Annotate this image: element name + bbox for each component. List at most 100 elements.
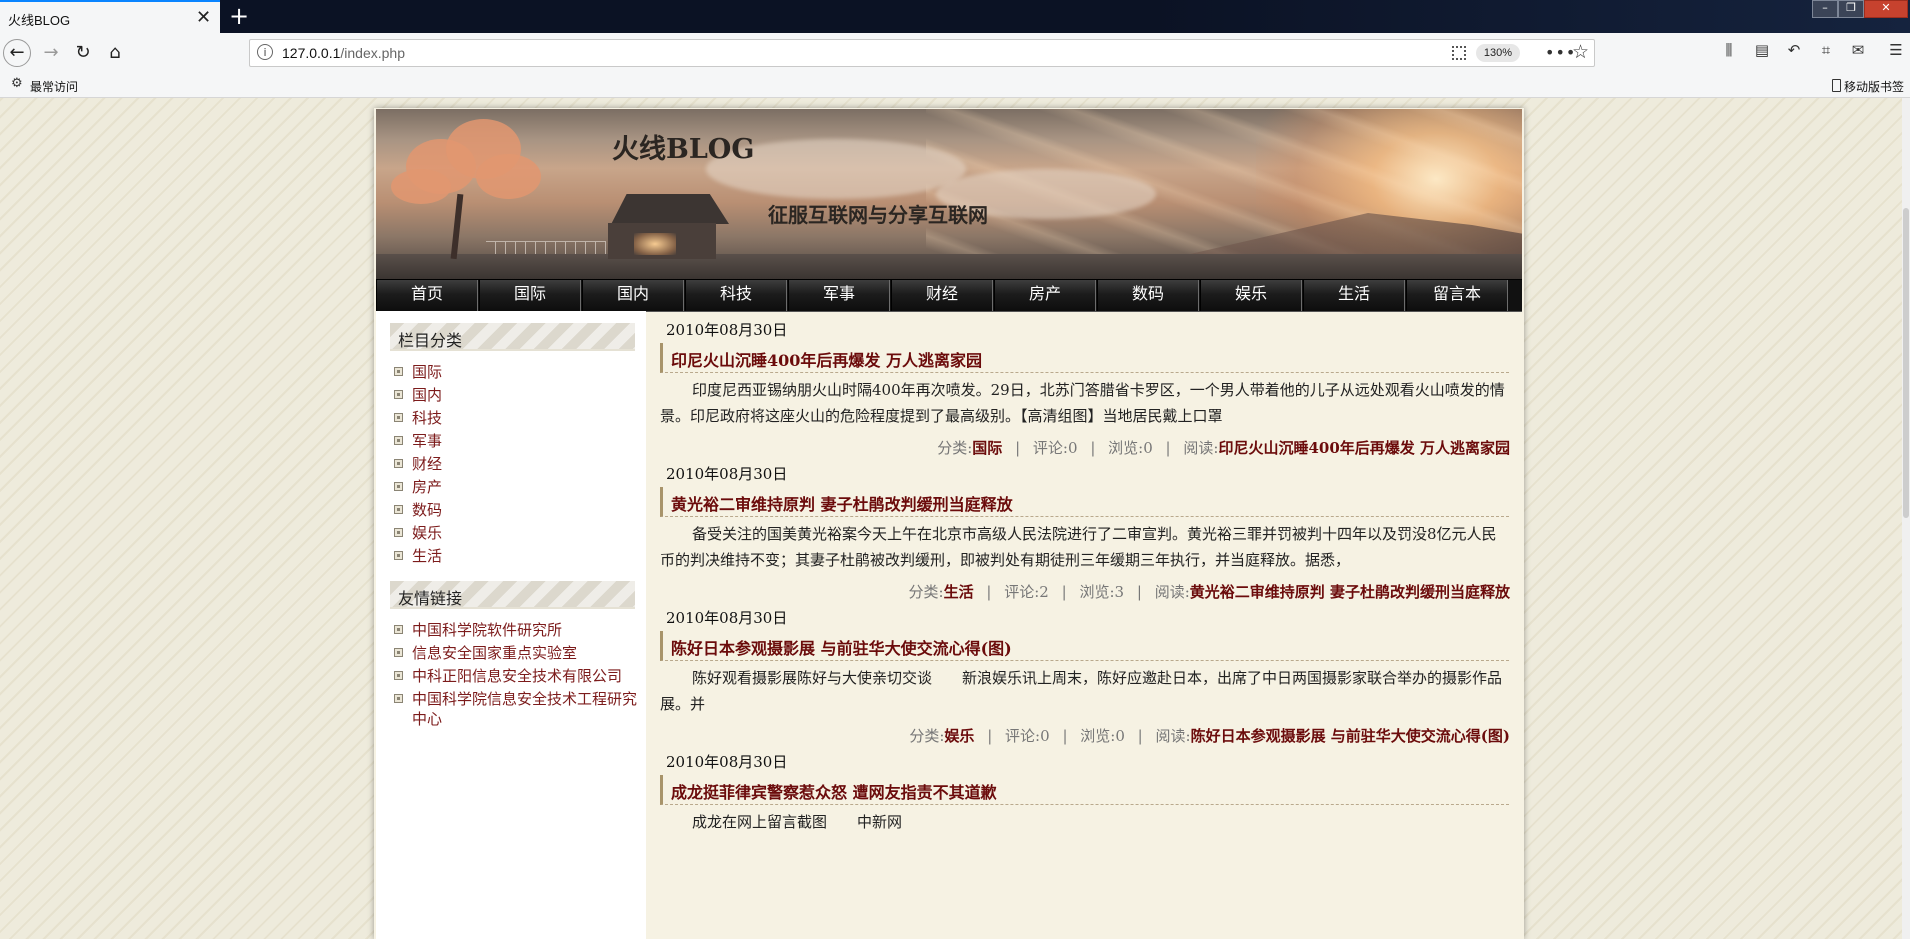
post-meta: 分类:娱乐 | 评论:0 | 浏览:0 | 阅读:陈好日本参观摄影展 与前驻华大… — [909, 725, 1510, 746]
qr-code-icon[interactable] — [1452, 46, 1466, 60]
zoom-level-badge[interactable]: 130% — [1476, 44, 1520, 62]
nav-item-military[interactable]: 军事 — [788, 280, 890, 311]
meta-separator: | — [1061, 583, 1067, 601]
forward-arrow-icon[interactable]: → — [37, 39, 65, 67]
banner-ground — [376, 254, 1522, 279]
meta-separator: | — [1015, 439, 1021, 457]
chat-icon[interactable]: ✉ — [1847, 41, 1869, 59]
tab-close-icon[interactable]: ✕ — [196, 7, 211, 28]
window-close-icon[interactable]: ✕ — [1864, 0, 1908, 18]
bookmark-most-visited[interactable]: 最常访问 — [30, 78, 78, 95]
friend-link-label: 中国科学院软件研究所 — [412, 621, 563, 639]
friend-links-list: 中国科学院软件研究所 信息安全国家重点实验室 中科正阳信息安全技术有限公司 中国… — [392, 620, 638, 732]
category-label: 军事 — [412, 432, 443, 450]
nav-item-domestic[interactable]: 国内 — [582, 280, 684, 311]
mobile-bookmarks[interactable]: 移动版书签 — [1831, 78, 1904, 95]
mobile-icon — [1831, 79, 1841, 92]
category-label: 国内 — [412, 386, 443, 404]
nav-item-technology[interactable]: 科技 — [685, 280, 787, 311]
maximize-icon[interactable]: ❐ — [1838, 0, 1864, 18]
meta-read-label: 阅读: — [1155, 727, 1191, 745]
post-category-link[interactable]: 生活 — [944, 583, 974, 601]
category-link[interactable]: 数码 — [392, 500, 638, 520]
menu-icon[interactable]: ☰ — [1885, 41, 1907, 59]
post-title-link[interactable]: 印尼火山沉睡400年后再爆发 万人逃离家园 — [660, 343, 1509, 373]
meta-views-label: 浏览: — [1108, 439, 1144, 457]
post-excerpt: 成龙在网上留言截图 中新网 — [692, 813, 903, 831]
bookmark-star-icon[interactable]: ☆ — [1572, 41, 1589, 63]
new-tab-button[interactable]: + — [229, 2, 249, 30]
site-title: 火线BLOG — [612, 134, 755, 165]
category-link[interactable]: 国际 — [392, 362, 638, 382]
url-bar[interactable]: i 127.0.0.1/index.php 130% ••• ☆ — [249, 39, 1595, 67]
friend-link[interactable]: 中国科学院软件研究所 — [392, 620, 638, 640]
category-label: 数码 — [412, 501, 443, 519]
scrollbar-thumb[interactable] — [1903, 208, 1909, 518]
reload-icon[interactable]: ↻ — [69, 39, 97, 67]
nav-item-guestbook[interactable]: 留言本 — [1406, 280, 1508, 311]
friend-link[interactable]: 中科正阳信息安全技术有限公司 — [392, 666, 638, 686]
library-icon[interactable]: ⫼ — [1718, 41, 1740, 59]
sidebar: 栏目分类 国际 国内 科技 军事 财经 房产 数码 娱乐 生活 友情链接 中国科… — [376, 311, 646, 939]
post-title-link[interactable]: 黄光裕二审维持原判 妻子杜鹃改判缓刑当庭释放 — [660, 487, 1509, 517]
post-excerpt: 陈好观看摄影展陈好与大使亲切交谈 新浪娱乐讯上周末，陈好应邀赴日本，出席了中日两… — [660, 669, 1503, 713]
sidebar-toggle-icon[interactable]: ▤ — [1751, 41, 1773, 59]
meta-comments-label: 评论: — [1004, 583, 1040, 601]
crop-icon[interactable]: ⌗ — [1815, 41, 1837, 59]
category-link[interactable]: 娱乐 — [392, 523, 638, 543]
page-scrollbar[interactable] — [1902, 98, 1910, 939]
nav-item-life[interactable]: 生活 — [1303, 280, 1405, 311]
blog-page: 火线BLOG 征服互联网与分享互联网 首页 国际 国内 科技 军事 财经 房产 … — [374, 108, 1524, 939]
bullet-icon — [394, 367, 403, 376]
bullet-icon — [394, 694, 403, 703]
category-link[interactable]: 科技 — [392, 408, 638, 428]
bullet-icon — [394, 505, 403, 514]
friend-link[interactable]: 信息安全国家重点实验室 — [392, 643, 638, 663]
bookmarks-toolbar: ⚙ 最常访问 移动版书签 — [0, 73, 1910, 98]
home-icon[interactable]: ⌂ — [101, 39, 129, 67]
post-comment-count: 0 — [1067, 439, 1078, 457]
main-nav-menu: 首页 国际 国内 科技 军事 财经 房产 数码 娱乐 生活 留言本 — [376, 279, 1522, 312]
post-category-link[interactable]: 国际 — [972, 439, 1002, 457]
meta-separator: | — [1090, 439, 1096, 457]
category-link[interactable]: 财经 — [392, 454, 638, 474]
undo-icon[interactable]: ↶ — [1783, 41, 1805, 59]
post-comment-count: 2 — [1039, 583, 1049, 601]
nav-item-international[interactable]: 国际 — [479, 280, 581, 311]
post-title-link[interactable]: 成龙挺菲律宾警察惹众怒 遭网友指责不其道歉 — [660, 775, 1509, 805]
friend-link[interactable]: 中国科学院信息安全技术工程研究中心 — [392, 689, 638, 729]
category-label: 国际 — [412, 363, 443, 381]
categories-heading: 栏目分类 — [390, 323, 635, 351]
post-view-count: 0 — [1115, 727, 1125, 745]
bullet-icon — [394, 482, 403, 491]
nav-item-home[interactable]: 首页 — [376, 280, 478, 311]
bullet-icon — [394, 528, 403, 537]
post-title-link[interactable]: 陈好日本参观摄影展 与前驻华大使交流心得(图) — [660, 631, 1509, 661]
minimize-icon[interactable]: – — [1812, 0, 1838, 18]
category-link[interactable]: 军事 — [392, 431, 638, 451]
category-link[interactable]: 生活 — [392, 546, 638, 566]
meta-comments-label: 评论: — [1032, 439, 1068, 457]
friend-link-label: 中国科学院信息安全技术工程研究中心 — [412, 690, 638, 728]
nav-item-entertainment[interactable]: 娱乐 — [1200, 280, 1302, 311]
meta-views-label: 浏览: — [1079, 583, 1115, 601]
post-category-link[interactable]: 娱乐 — [944, 727, 974, 745]
site-info-icon[interactable]: i — [257, 44, 273, 60]
meta-separator: | — [987, 727, 993, 745]
back-arrow-icon[interactable]: ← — [3, 39, 31, 67]
category-link[interactable]: 国内 — [392, 385, 638, 405]
nav-item-finance[interactable]: 财经 — [891, 280, 993, 311]
meta-category-label: 分类: — [908, 583, 944, 601]
nav-item-digital[interactable]: 数码 — [1097, 280, 1199, 311]
bullet-icon — [394, 390, 403, 399]
post-read-link[interactable]: 印尼火山沉睡400年后再爆发 万人逃离家园 — [1218, 439, 1510, 457]
post-read-link[interactable]: 陈好日本参观摄影展 与前驻华大使交流心得(图) — [1191, 727, 1510, 745]
mobile-bookmarks-label: 移动版书签 — [1843, 80, 1904, 94]
url-text[interactable]: 127.0.0.1/index.php — [282, 45, 405, 61]
site-slogan: 征服互联网与分享互联网 — [768, 203, 988, 227]
post-read-link[interactable]: 黄光裕二审维持原判 妻子杜鹃改判缓刑当庭释放 — [1190, 583, 1510, 601]
nav-item-real-estate[interactable]: 房产 — [994, 280, 1096, 311]
post-excerpt: 印度尼西亚锡纳朋火山时隔400年再次喷发。29日，北苏门答腊省卡罗区，一个男人带… — [660, 381, 1505, 425]
category-link[interactable]: 房产 — [392, 477, 638, 497]
browser-tab[interactable]: 火线BLOG ✕ — [0, 0, 220, 33]
